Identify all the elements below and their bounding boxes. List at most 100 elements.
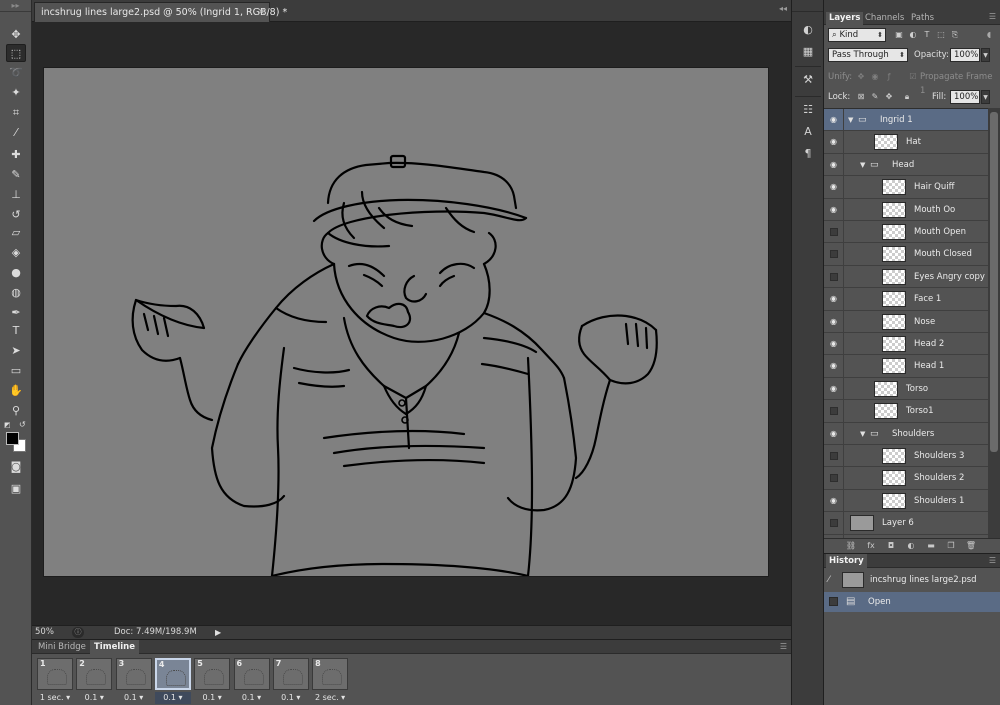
- frame-thumbnail[interactable]: 6: [233, 658, 270, 690]
- layer-thumbnail[interactable]: [882, 313, 906, 330]
- timeline-frame[interactable]: 6 0.1 ▾: [233, 658, 270, 704]
- layer-name[interactable]: Ingrid 1: [880, 109, 913, 131]
- eye-icon[interactable]: ◉: [828, 160, 839, 169]
- delete-layer-icon[interactable]: 🗑︎: [964, 540, 978, 552]
- propagate-checkbox[interactable]: ☑: [908, 72, 918, 82]
- timeline-frame[interactable]: 7 0.1 ▾: [272, 658, 309, 704]
- layer-name[interactable]: Head: [892, 154, 914, 176]
- eye-icon[interactable]: ◉: [828, 182, 839, 191]
- layer-name[interactable]: Hair Quiff: [914, 176, 954, 198]
- layer-name[interactable]: Shoulders 3: [914, 445, 964, 467]
- filter-kind-select[interactable]: ⌕ Kind ⬍: [828, 28, 886, 42]
- opacity-dropdown-icon[interactable]: ▼: [981, 48, 990, 62]
- pen-tool-icon[interactable]: ✒: [6, 304, 26, 322]
- filter-toggle-icon[interactable]: ◖: [984, 30, 994, 40]
- layer-group-row[interactable]: ◉ ▼ ▭ Shoulders: [824, 422, 988, 445]
- tab-channels[interactable]: Channels: [862, 12, 907, 25]
- layer-thumbnail[interactable]: [874, 403, 898, 420]
- blur-tool-icon[interactable]: ●: [6, 264, 26, 282]
- lock-transparency-icon[interactable]: ⊠: [856, 92, 866, 102]
- tab-layers[interactable]: Layers: [826, 12, 864, 25]
- layers-scrollbar[interactable]: [988, 108, 1000, 538]
- layer-thumbnail[interactable]: [882, 336, 906, 352]
- eye-icon[interactable]: ◉: [828, 361, 839, 370]
- layer-name[interactable]: Shoulders: [892, 423, 934, 445]
- layer-name[interactable]: Shoulders 2: [914, 467, 964, 489]
- blend-mode-select[interactable]: Pass Through ⬍: [828, 48, 908, 62]
- frame-thumbnail[interactable]: 1: [37, 658, 73, 690]
- layer-row[interactable]: Shoulders 3: [824, 445, 988, 468]
- path-selection-icon[interactable]: ➤: [6, 342, 26, 360]
- rectangle-tool-icon[interactable]: ▭: [6, 362, 26, 380]
- layer-row[interactable]: Mouth Closed: [824, 243, 988, 266]
- layer-name[interactable]: Face 1: [914, 288, 941, 310]
- visibility-cell[interactable]: [824, 265, 844, 288]
- frame-delay-select[interactable]: 2 sec. ▾: [312, 692, 348, 704]
- timeline-frame[interactable]: 1 1 sec. ▾: [37, 658, 73, 704]
- history-brush-checkbox[interactable]: [829, 597, 838, 606]
- magic-wand-icon[interactable]: ✦: [6, 84, 26, 102]
- new-layer-icon[interactable]: ❐: [944, 540, 958, 552]
- layer-row[interactable]: ◉ Torso: [824, 377, 988, 401]
- fill-input[interactable]: 100%: [950, 90, 980, 104]
- lock-position-icon[interactable]: ✥: [884, 92, 894, 102]
- layer-thumbnail[interactable]: [882, 448, 906, 464]
- visibility-toggle[interactable]: [830, 452, 838, 460]
- layer-thumbnail[interactable]: [882, 224, 906, 240]
- eraser-icon[interactable]: ▱: [6, 224, 26, 242]
- layer-name[interactable]: Eyes Angry copy: [914, 266, 985, 288]
- visibility-toggle[interactable]: [830, 272, 838, 281]
- new-adjustment-icon[interactable]: ◐: [904, 540, 918, 552]
- layer-name[interactable]: Torso1: [906, 400, 933, 422]
- layer-thumbnail[interactable]: [882, 492, 906, 509]
- status-info-icon[interactable]: ⓘ: [72, 627, 84, 638]
- tab-history[interactable]: History: [826, 554, 867, 568]
- tab-mini-bridge[interactable]: Mini Bridge: [34, 640, 90, 654]
- history-brush-icon[interactable]: ↺: [6, 206, 26, 224]
- panel-menu-icon[interactable]: ☰: [780, 642, 787, 651]
- lock-all-icon[interactable]: 🔒︎: [902, 92, 912, 102]
- visibility-cell[interactable]: [824, 445, 844, 467]
- paint-bucket-icon[interactable]: ◈: [6, 244, 26, 262]
- visibility-cell[interactable]: [824, 467, 844, 490]
- history-brush-source-icon[interactable]: ⁄: [828, 575, 830, 585]
- tab-paths[interactable]: Paths: [908, 12, 937, 25]
- layer-thumbnail[interactable]: [850, 515, 874, 532]
- type-tool-icon[interactable]: T: [6, 322, 26, 340]
- tab-timeline[interactable]: Timeline: [90, 640, 139, 654]
- link-layers-icon[interactable]: ⛓: [844, 540, 858, 552]
- layer-thumbnail[interactable]: [882, 246, 906, 263]
- lock-pixels-icon[interactable]: ✎: [870, 92, 880, 102]
- frame-thumbnail[interactable]: 5: [194, 658, 231, 690]
- layer-thumbnail[interactable]: [882, 201, 906, 218]
- eye-icon[interactable]: ◉: [828, 137, 839, 146]
- timeline-frame[interactable]: 8 2 sec. ▾: [312, 658, 349, 704]
- zoom-tool-icon[interactable]: ⚲: [6, 402, 26, 420]
- eye-icon[interactable]: ◉: [828, 317, 839, 326]
- eye-icon[interactable]: ◉: [828, 384, 839, 393]
- frame-thumbnail[interactable]: 7: [272, 658, 309, 690]
- visibility-cell[interactable]: ◉: [824, 288, 844, 311]
- frame-delay-select[interactable]: 0.1 ▾: [154, 692, 191, 704]
- disclosure-triangle-icon[interactable]: ▼: [860, 161, 865, 169]
- layer-row[interactable]: Mouth Open: [824, 221, 988, 244]
- healing-brush-icon[interactable]: ✚: [6, 146, 26, 164]
- timeline-frame[interactable]: 2 0.1 ▾: [76, 658, 113, 704]
- color-panel-icon[interactable]: ◐: [799, 22, 817, 38]
- visibility-cell[interactable]: ◉: [824, 333, 844, 355]
- opacity-input[interactable]: 100%: [950, 48, 980, 62]
- layer-thumbnail[interactable]: [882, 291, 906, 308]
- pixel-filter-icon[interactable]: ▣: [894, 30, 904, 40]
- collapse-icon[interactable]: ◂◂: [779, 4, 787, 13]
- status-menu-arrow-icon[interactable]: ▶: [215, 626, 221, 639]
- layer-thumbnail[interactable]: [882, 179, 906, 196]
- eye-icon[interactable]: ◉: [828, 115, 839, 124]
- frame-thumbnail[interactable]: 2: [76, 658, 113, 690]
- visibility-toggle[interactable]: [830, 474, 838, 483]
- visibility-cell[interactable]: ◉: [824, 198, 844, 221]
- layer-name[interactable]: Mouth Closed: [914, 243, 972, 265]
- adjustments-panel-icon[interactable]: ☷: [799, 102, 817, 118]
- layer-thumbnail[interactable]: [882, 470, 906, 487]
- frame-delay-select[interactable]: 0.1 ▾: [273, 692, 309, 704]
- unify-style-icon[interactable]: ƒ: [884, 72, 894, 82]
